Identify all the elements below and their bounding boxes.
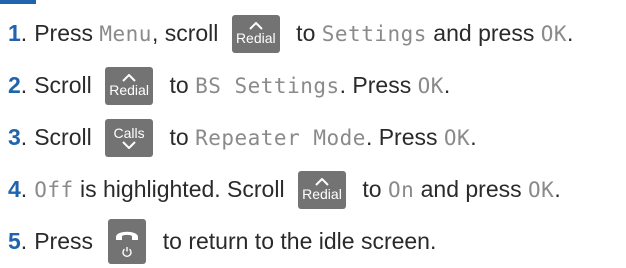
display-text-ok: OK xyxy=(417,73,444,98)
key-label: Calls xyxy=(113,125,145,141)
display-text-menu: Menu xyxy=(99,21,152,46)
step-text: to xyxy=(289,20,322,46)
display-text-repeater-mode: Repeater Mode xyxy=(195,125,366,150)
step-text: Scroll xyxy=(34,124,99,150)
display-text-ok: OK xyxy=(528,177,555,202)
display-text-settings: Settings xyxy=(321,21,427,46)
display-text-ok: OK xyxy=(443,125,471,150)
chevron-up-icon xyxy=(249,22,263,30)
step-4: 4. Off is highlighted. Scroll Redial to … xyxy=(0,164,626,215)
chevron-up-icon xyxy=(315,178,329,186)
step-3: 3. Scroll Calls to Repeater Mode . Press… xyxy=(0,112,626,163)
step-text: . xyxy=(470,124,477,150)
step-text: , scroll xyxy=(151,20,225,46)
step-text: is highlighted. Scroll xyxy=(73,176,291,202)
step-text: Press xyxy=(34,228,100,254)
display-text-on: On xyxy=(387,177,415,202)
step-text: . Press xyxy=(339,72,418,98)
power-icon xyxy=(122,247,133,258)
step-text: to xyxy=(355,176,388,202)
step-text: . xyxy=(554,176,561,202)
calls-key: Calls xyxy=(105,118,154,157)
step-5: 5. Press to return to the idle screen. xyxy=(0,216,626,267)
step-number: 5 xyxy=(8,228,21,254)
display-text-off: Off xyxy=(34,177,74,202)
step-text: . Press xyxy=(365,124,444,150)
redial-key: Redial xyxy=(297,170,346,209)
end-call-power-key xyxy=(108,219,147,264)
step-1: 1. Press Menu , scroll Redial to Setting… xyxy=(0,8,626,59)
step-number: 2 xyxy=(8,72,21,98)
chevron-up-icon xyxy=(122,74,136,82)
step-number: 1 xyxy=(8,20,21,46)
step-text: . xyxy=(443,72,451,98)
key-label: Redial xyxy=(302,186,342,202)
step-text: Press xyxy=(34,20,100,46)
redial-key: Redial xyxy=(105,66,154,105)
redial-key: Redial xyxy=(231,14,280,53)
key-label: Redial xyxy=(109,82,149,98)
step-text: to xyxy=(163,72,196,98)
step-number: 3 xyxy=(8,124,21,150)
step-text: and press xyxy=(414,176,529,202)
key-label: Redial xyxy=(235,30,276,46)
step-text: to return to the idle screen. xyxy=(156,228,437,254)
end-call-icon xyxy=(116,231,139,240)
step-2: 2. Scroll Redial to BS Settings . Press … xyxy=(0,60,626,111)
display-text-bs-settings: BS Settings xyxy=(195,73,340,98)
step-text: and press xyxy=(426,20,541,46)
chevron-down-icon xyxy=(122,141,136,149)
display-text-ok: OK xyxy=(540,21,568,46)
step-number: 4 xyxy=(8,176,21,202)
step-text: . xyxy=(567,20,574,46)
step-text: Scroll xyxy=(34,72,99,98)
section-accent-rule xyxy=(0,0,36,4)
instruction-steps: 1. Press Menu , scroll Redial to Setting… xyxy=(0,8,626,268)
step-text: to xyxy=(163,124,196,150)
